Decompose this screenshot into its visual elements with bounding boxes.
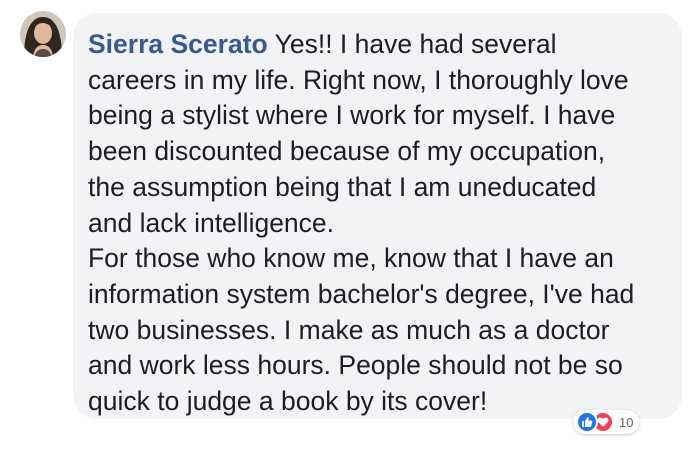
avatar[interactable]	[20, 11, 66, 57]
comment-line: information system bachelor's degree, I'…	[88, 278, 635, 309]
author-name-link[interactable]: Sierra Scerato	[88, 29, 268, 59]
comment-line: and work less hours. People should not b…	[88, 350, 623, 381]
comment-thread: Sierra Scerato Yes!! I have had several c…	[0, 0, 700, 449]
reactions-summary[interactable]: 10	[573, 410, 640, 434]
comment-line: and lack intelligence.	[88, 207, 335, 238]
comment-line: been discounted because of my occupation…	[88, 136, 606, 167]
comment-line: For those who know me, know that I have …	[88, 243, 614, 274]
comment-bubble: Sierra Scerato Yes!! I have had several c…	[73, 13, 682, 419]
comment-line: Yes!! I have had several	[274, 29, 557, 59]
comment-line: quick to judge a book by its cover!	[88, 386, 488, 417]
comment-line: two businesses. I make as much as a doct…	[88, 314, 610, 345]
comment-line: being a stylist where I work for myself.…	[88, 100, 616, 131]
comment-line: careers in my life. Right now, I thoroug…	[88, 64, 629, 95]
like-icon	[576, 411, 598, 433]
reaction-count: 10	[619, 414, 634, 430]
avatar-photo	[20, 11, 66, 57]
comment-line: the assumption being that I am uneducate…	[88, 171, 597, 202]
comment-text: Sierra Scerato Yes!! I have had several c…	[88, 27, 668, 420]
